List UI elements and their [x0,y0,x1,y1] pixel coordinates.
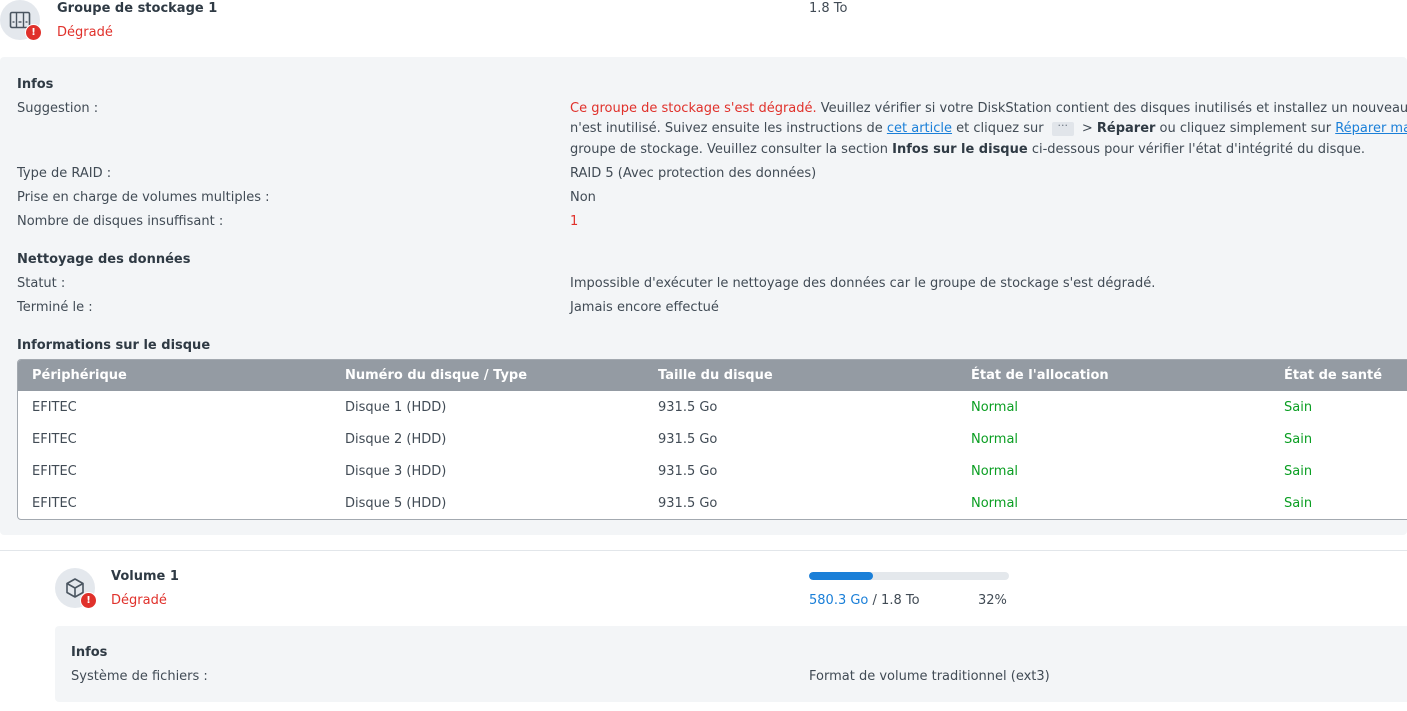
cell-disk-number: Disque 1 (HDD) [345,400,447,415]
cell-allocation: Normal [971,400,1019,415]
cell-health: Sain [1284,432,1313,447]
scrub-status-label: Statut : [17,276,66,291]
cell-allocation: Normal [971,496,1019,511]
suggestion-warning: Ce groupe de stockage s'est dégradé. [570,101,817,116]
suggestion-text: et cliquez sur [952,121,1048,136]
scrub-done-label: Terminé le : [17,300,93,315]
column-header-disk-number[interactable]: Numéro du disque / Type [345,368,527,383]
cell-size: 931.5 Go [658,400,718,415]
storage-pool-name: Groupe de stockage 1 [57,1,218,16]
table-row[interactable]: EFITEC Disque 2 (HDD) 931.5 Go Normal Sa… [18,424,1407,456]
disk-info-bold: Infos sur le disque [892,142,1028,157]
repair-bold: Réparer [1096,121,1156,136]
table-row[interactable]: EFITEC Disque 1 (HDD) 931.5 Go Normal Sa… [18,392,1407,424]
cell-device: EFITEC [32,400,77,415]
volume-status: Dégradé [111,593,167,608]
suggestion-text: n'est inutilisé. Suivez ensuite les inst… [570,121,887,136]
table-row[interactable]: EFITEC Disque 3 (HDD) 931.5 Go Normal Sa… [18,456,1407,488]
disk-table-header: Périphérique Numéro du disque / Type Tai… [18,360,1407,391]
cell-health: Sain [1284,496,1313,511]
scrub-section-title: Nettoyage des données [17,252,191,267]
info-section-title: Infos [17,77,54,92]
article-link[interactable]: cet article [887,121,952,136]
suggestion-text: > [1077,121,1097,136]
cell-health: Sain [1284,400,1313,415]
section-divider [0,550,1407,551]
more-options-icon: ··· [1051,120,1074,136]
volume-used: 580.3 Go [809,593,869,608]
disk-section-title: Informations sur le disque [17,338,211,353]
volume-name: Volume 1 [111,569,179,584]
filesystem-label: Système de fichiers : [71,669,208,684]
missing-disks-value: 1 [570,214,579,229]
multi-volume-value: Non [570,190,596,205]
suggestion-text: ci-dessous pour vérifier l'état d'intégr… [1027,142,1365,157]
cell-disk-number: Disque 3 (HDD) [345,464,447,479]
cell-size: 931.5 Go [658,432,718,447]
volume-percent: 32% [978,593,1007,608]
cell-device: EFITEC [32,496,77,511]
cell-allocation: Normal [971,464,1019,479]
cell-size: 931.5 Go [658,496,718,511]
scrub-status-value: Impossible d'exécuter le nettoyage des d… [570,276,1156,291]
multi-volume-label: Prise en charge de volumes multiples : [17,190,270,205]
alert-icon: ! [80,592,97,609]
cell-device: EFITEC [32,464,77,479]
alert-icon: ! [25,24,42,41]
storage-pool-status: Dégradé [57,25,113,40]
raid-type-value: RAID 5 (Avec protection des données) [570,166,817,181]
column-header-allocation[interactable]: État de l'allocation [971,368,1109,383]
column-header-size[interactable]: Taille du disque [658,368,773,383]
cell-allocation: Normal [971,432,1019,447]
cell-disk-number: Disque 2 (HDD) [345,432,447,447]
column-header-health[interactable]: État de santé [1284,368,1382,383]
raid-type-label: Type de RAID : [17,166,112,181]
volume-usage-text: 580.3 Go / 1.8 To [809,593,920,608]
column-header-device[interactable]: Périphérique [32,368,127,383]
volume-usage-fill [809,572,873,580]
cell-disk-number: Disque 5 (HDD) [345,496,447,511]
suggestion-line-1: Ce groupe de stockage s'est dégradé. Veu… [570,101,1407,116]
storage-pool-capacity: 1.8 To [809,1,848,16]
volume-total: 1.8 To [881,593,920,608]
suggestion-text: Veuillez vérifier si votre DiskStation c… [816,101,1407,116]
volume-separator: / [868,593,882,608]
volume-info-title: Infos [71,645,108,660]
cell-size: 931.5 Go [658,464,718,479]
suggestion-line-3: groupe de stockage. Veuillez consulter l… [570,142,1365,157]
suggestion-line-2: n'est inutilisé. Suivez ensuite les inst… [570,120,1407,137]
suggestion-label: Suggestion : [17,101,99,116]
volume-usage-bar [809,572,1009,580]
cell-health: Sain [1284,464,1313,479]
suggestion-text: ou cliquez simplement sur [1155,121,1336,136]
missing-disks-label: Nombre de disques insuffisant : [17,214,224,229]
repair-link[interactable]: Réparer ma [1335,121,1407,136]
table-row[interactable]: EFITEC Disque 5 (HDD) 931.5 Go Normal Sa… [18,488,1407,519]
filesystem-value: Format de volume traditionnel (ext3) [809,669,1050,684]
disk-table: Périphérique Numéro du disque / Type Tai… [17,359,1407,520]
cell-device: EFITEC [32,432,77,447]
volume-details-panel: Infos Système de fichiers : Format de vo… [55,626,1407,702]
suggestion-text: groupe de stockage. Veuillez consulter l… [570,142,893,157]
scrub-done-value: Jamais encore effectué [570,300,719,315]
